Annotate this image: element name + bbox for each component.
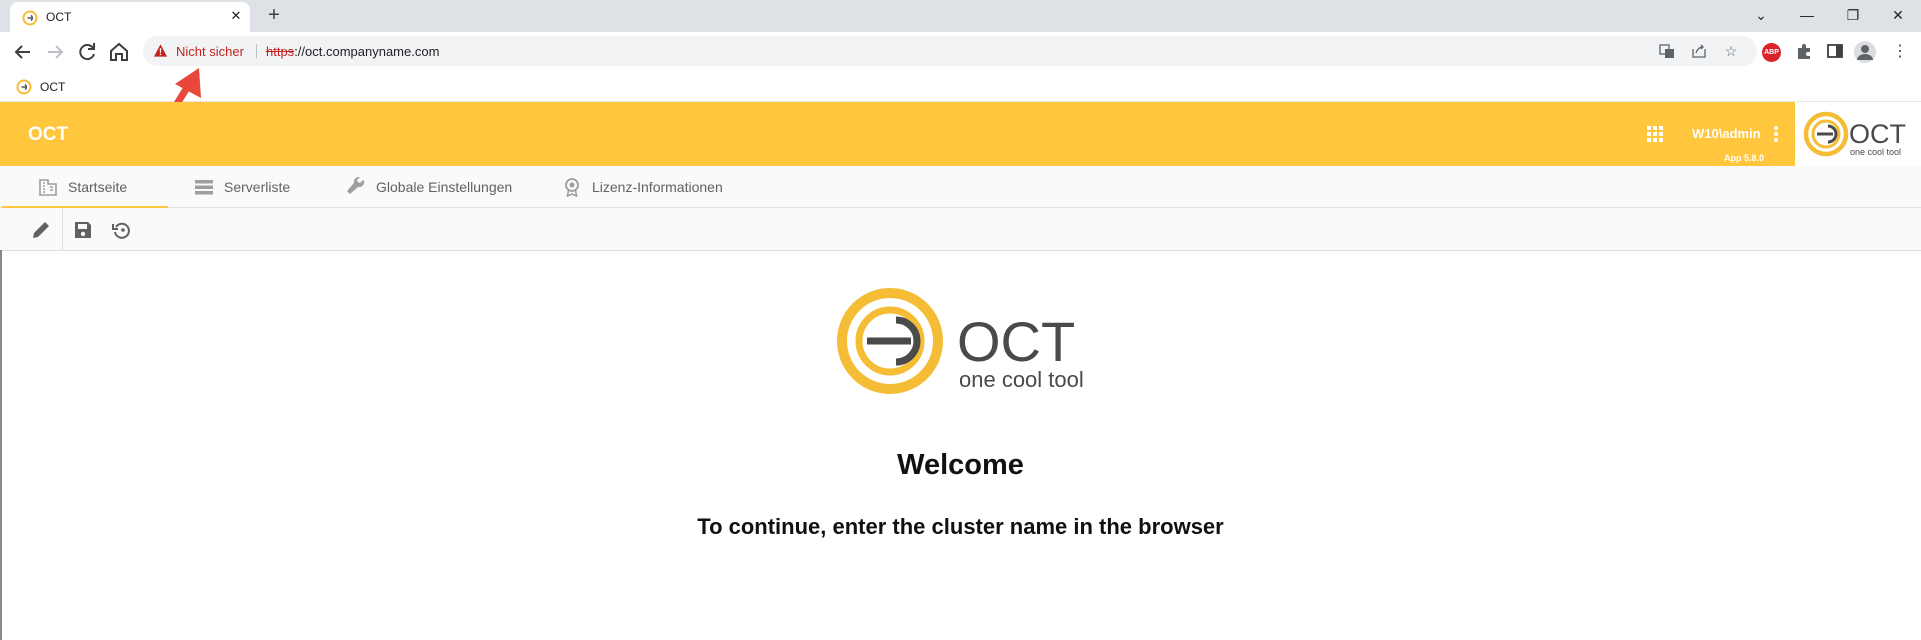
tab-title: OCT — [46, 10, 72, 24]
oct-favicon-icon — [16, 79, 32, 95]
welcome-heading: Welcome — [897, 449, 1024, 481]
logo-wordmark: OCT — [957, 310, 1075, 373]
action-toolbar — [0, 208, 1921, 251]
browser-menu-icon[interactable]: ⋮ — [1890, 42, 1910, 62]
profile-avatar-icon[interactable] — [1854, 41, 1876, 63]
browser-toolbar: Nicht sicher https://oct.companyname.com… — [0, 32, 1921, 72]
app-header: OCT W10\admin App 5.8.0 — [0, 102, 1921, 166]
tab-globale-einstellungen[interactable]: Globale Einstellungen — [346, 166, 536, 208]
license-badge-icon — [565, 178, 579, 197]
tab-label: Globale Einstellungen — [376, 179, 513, 195]
logo-tagline: one cool tool — [959, 367, 1084, 392]
app-version: App 5.8.0 — [1724, 153, 1765, 163]
tab-label: Serverliste — [224, 179, 291, 195]
tab-label: Startseite — [68, 179, 128, 195]
app-nav-tabs: Startseite Serverliste Globale Einstellu… — [0, 166, 1921, 208]
security-status[interactable]: Nicht sicher — [176, 44, 244, 59]
minimize-button[interactable]: — — [1784, 0, 1830, 30]
translate-icon[interactable] — [1659, 43, 1675, 59]
save-icon[interactable] — [72, 219, 94, 241]
oct-logo-icon: OCT one cool tool — [1803, 111, 1906, 157]
bookmark-oct[interactable]: OCT — [40, 80, 65, 94]
bookmark-star-icon[interactable]: ☆ — [1723, 43, 1739, 59]
close-window-button[interactable]: ✕ — [1875, 0, 1921, 30]
tab-close-icon[interactable]: ✕ — [228, 8, 244, 24]
server-list-icon — [195, 180, 213, 195]
logo-wordmark: OCT — [1849, 119, 1906, 149]
back-icon[interactable] — [11, 40, 35, 64]
side-panel-icon[interactable] — [1825, 42, 1845, 62]
address-bar[interactable]: Nicht sicher https://oct.companyname.com… — [143, 36, 1757, 66]
header-logo: OCT one cool tool — [1795, 102, 1921, 166]
logo-tagline: one cool tool — [1850, 147, 1901, 157]
app-title: OCT — [28, 124, 69, 145]
restore-icon[interactable] — [111, 219, 133, 241]
adblock-icon[interactable]: ABP — [1762, 43, 1781, 62]
browser-tab[interactable]: OCT ✕ — [10, 2, 250, 32]
wrench-icon — [347, 177, 365, 194]
instruction-text: To continue, enter the cluster name in t… — [697, 514, 1224, 539]
browser-tab-strip: OCT ✕ + ⌄ — ❐ ✕ — [0, 0, 1921, 32]
reload-icon[interactable] — [75, 40, 99, 64]
divider — [256, 44, 257, 58]
bookmarks-bar: OCT — [0, 72, 1921, 102]
restore-button[interactable]: ❐ — [1830, 0, 1876, 30]
share-icon[interactable] — [1691, 43, 1707, 59]
extensions-icon[interactable] — [1794, 42, 1814, 62]
user-menu-icon[interactable] — [1774, 126, 1778, 142]
warning-icon[interactable] — [153, 43, 168, 58]
main-oct-logo-icon: OCT one cool tool — [837, 288, 1084, 394]
edit-icon[interactable] — [30, 219, 52, 241]
user-name[interactable]: W10\admin — [1692, 126, 1761, 141]
tab-startseite[interactable]: Startseite — [2, 166, 168, 208]
apps-grid-icon[interactable] — [1647, 126, 1664, 143]
oct-favicon-icon — [22, 10, 38, 26]
tab-serverliste[interactable]: Serverliste — [194, 166, 304, 208]
url-text[interactable]: https://oct.companyname.com — [266, 44, 439, 59]
building-icon — [39, 179, 57, 196]
new-tab-button[interactable]: + — [263, 5, 285, 27]
home-icon[interactable] — [107, 40, 131, 64]
tab-label: Lizenz-Informationen — [592, 179, 723, 195]
forward-icon[interactable] — [43, 40, 67, 64]
tab-lizenz-informationen[interactable]: Lizenz-Informationen — [562, 166, 742, 208]
toolbar-divider — [62, 208, 63, 251]
tab-search-icon[interactable]: ⌄ — [1738, 0, 1784, 30]
window-edge — [0, 250, 2, 640]
